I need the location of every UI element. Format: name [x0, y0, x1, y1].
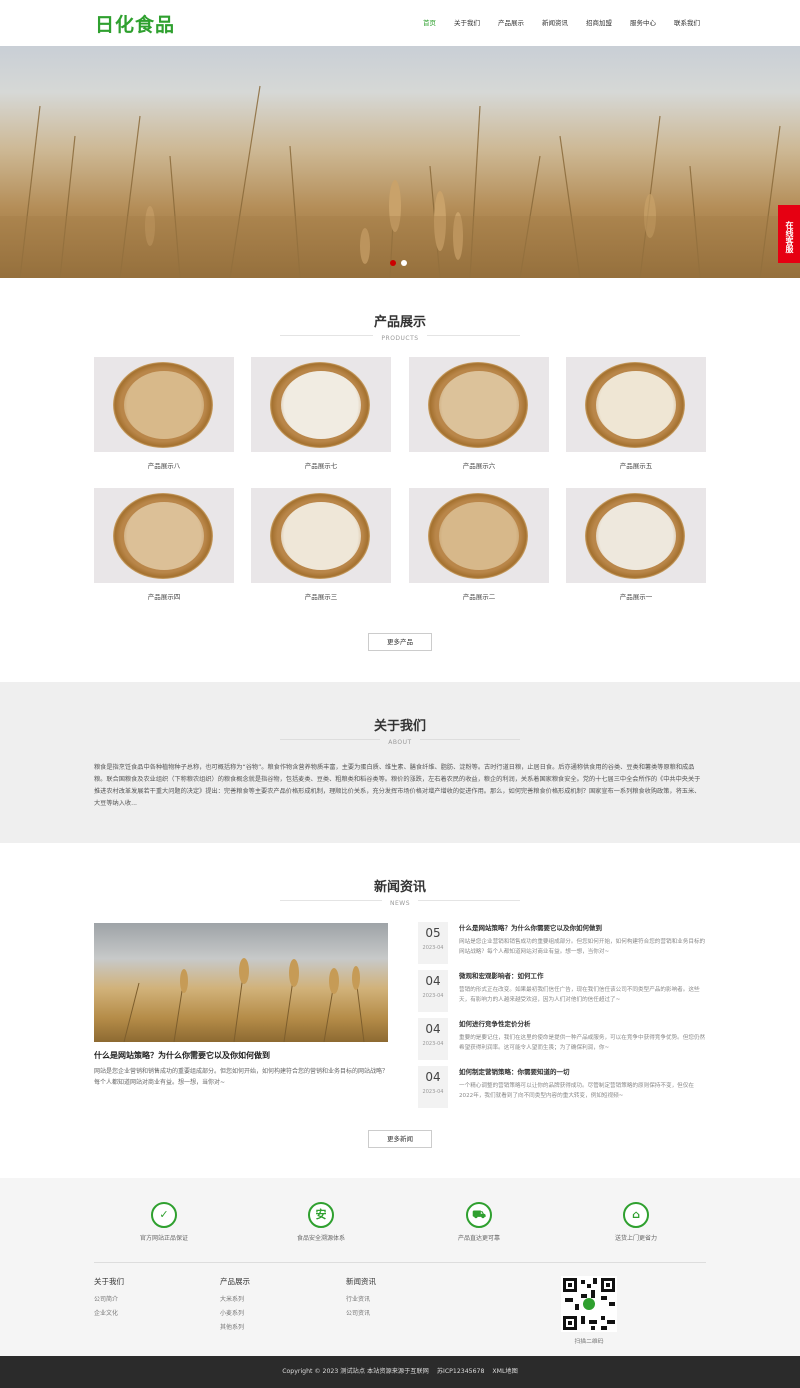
copyright-text: Copyright © 2023 测试站点 本站资源来源于互联网: [282, 1368, 429, 1375]
news-date: 04 2023-04: [418, 1018, 448, 1060]
product-name[interactable]: 产品展示三: [251, 591, 391, 601]
delivery-icon: ⌂: [623, 1202, 649, 1228]
news-list-item[interactable]: 05 2023-04 什么是网站策略？为什么你需要它以及你如何做到 网站是您企业营…: [418, 922, 706, 964]
shield-icon: ✓: [151, 1202, 177, 1228]
products-subtitle: PRODUCTS: [0, 335, 800, 342]
product-name[interactable]: 产品展示五: [566, 460, 706, 470]
news-title: 新闻资讯: [373, 880, 426, 895]
product-card[interactable]: 产品展示五: [566, 357, 706, 470]
news-item-title[interactable]: 如何进行竞争性定价分析: [459, 1018, 531, 1028]
product-name[interactable]: 产品展示四: [94, 591, 234, 601]
site-logo[interactable]: 日化食品: [95, 10, 175, 37]
product-image[interactable]: [251, 488, 391, 583]
product-card[interactable]: 产品展示三: [251, 488, 391, 601]
product-image[interactable]: [94, 488, 234, 583]
news-featured-desc: 网站是您企业营销和销售成功的重要组成部分。但您如何开始，如何构建符合您的营销和业…: [94, 1068, 389, 1086]
news-item-title[interactable]: 什么是网站策略？为什么你需要它以及你如何做到: [459, 922, 602, 932]
product-card[interactable]: 产品展示七: [251, 357, 391, 470]
footer-col-news: 新闻资讯 行业资讯 公司资讯: [346, 1276, 376, 1322]
nav-item-news[interactable]: 新闻资讯: [542, 17, 568, 27]
news-date: 04 2023-04: [418, 1066, 448, 1108]
sitemap-link[interactable]: XML地图: [492, 1368, 517, 1375]
products-title: 产品展示: [373, 315, 426, 330]
footer-col-heading[interactable]: 产品展示: [220, 1276, 250, 1287]
product-card[interactable]: 产品展示一: [566, 488, 706, 601]
footer-col-heading[interactable]: 关于我们: [94, 1276, 124, 1287]
nav-item-service[interactable]: 服务中心: [630, 17, 656, 27]
nav-item-home[interactable]: 首页: [423, 17, 436, 27]
news-list-item[interactable]: 04 2023-04 如何进行竞争性定价分析 重要的是要记住，我们在这里的使命是提…: [418, 1018, 706, 1060]
banner-dot-2[interactable]: [401, 260, 407, 266]
news-subtitle: NEWS: [0, 900, 800, 907]
footer-link[interactable]: 企业文化: [94, 1308, 124, 1317]
product-image[interactable]: [94, 357, 234, 452]
news-section-title: 新闻资讯 NEWS: [0, 876, 800, 907]
nav-item-products[interactable]: 产品展示: [498, 17, 524, 27]
footer-link[interactable]: 大米系列: [220, 1294, 250, 1303]
copyright-bar: Copyright © 2023 测试站点 本站资源来源于互联网 苏ICP123…: [0, 1356, 800, 1388]
about-section-title: 关于我们 ABOUT: [0, 715, 800, 746]
footer-col-heading[interactable]: 新闻资讯: [346, 1276, 376, 1287]
product-image[interactable]: [251, 357, 391, 452]
footer-link[interactable]: 公司简介: [94, 1294, 124, 1303]
product-image[interactable]: [409, 488, 549, 583]
product-card[interactable]: 产品展示八: [94, 357, 234, 470]
product-card[interactable]: 产品展示二: [409, 488, 549, 601]
nav-item-contact[interactable]: 联系我们: [674, 17, 700, 27]
about-text: 粮食是指烹饪食品中各种植物种子总称，也可概括称为“谷物”。粮食作物含营养物质丰富…: [94, 764, 701, 807]
product-card[interactable]: 产品展示六: [409, 357, 549, 470]
icp-link[interactable]: 苏ICP12345678: [437, 1368, 485, 1375]
news-item-desc: 重要的是要记住，我们在这里的使命是提供一种产品或服务，可以在竞争中获得竞争优势。…: [459, 1035, 706, 1051]
more-news-button[interactable]: 更多新闻: [368, 1130, 432, 1148]
footer-link[interactable]: 小麦系列: [220, 1308, 250, 1317]
product-name[interactable]: 产品展示六: [409, 460, 549, 470]
truck-icon: ⛟: [466, 1202, 492, 1228]
news-item-desc: 一个精心调整的营销策略可以让你的品牌获得成功。尽管制定营销策略的原则保持不变，但…: [459, 1083, 694, 1099]
safety-icon: 安: [308, 1202, 334, 1228]
news-item-desc: 网站是您企业营销和销售成功的重要组成部分。但您如何开始，如何构建符合您的营销和业…: [459, 939, 706, 955]
footer-link[interactable]: 行业资讯: [346, 1294, 376, 1303]
product-name[interactable]: 产品展示七: [251, 460, 391, 470]
main-nav: 首页 关于我们 产品展示 新闻资讯 招商加盟 服务中心 联系我们: [405, 17, 700, 27]
news-item-desc: 营销的形式正在改变。如果最初我们信任广告，现在我们信任该公司不同类型产品的影响者…: [459, 987, 700, 1003]
site-header: 日化食品 首页 关于我们 产品展示 新闻资讯 招商加盟 服务中心 联系我们: [0, 0, 800, 46]
news-list-item[interactable]: 04 2023-04 微观和宏观影响者：如何工作 营销的形式正在改变。如果最初我们…: [418, 970, 706, 1012]
footer-col-about: 关于我们 公司简介 企业文化: [94, 1276, 124, 1322]
news-date: 05 2023-04: [418, 922, 448, 964]
footer-link[interactable]: 其他系列: [220, 1322, 250, 1331]
more-products-button[interactable]: 更多产品: [368, 633, 432, 651]
about-subtitle: ABOUT: [0, 739, 800, 746]
feature-direct: ⛟ 产品直达更可靠: [419, 1202, 539, 1242]
footer-link[interactable]: 公司资讯: [346, 1308, 376, 1317]
product-image[interactable]: [566, 488, 706, 583]
hero-banner[interactable]: [0, 46, 800, 278]
nav-item-franchise[interactable]: 招商加盟: [586, 17, 612, 27]
product-image[interactable]: [409, 357, 549, 452]
news-item-title[interactable]: 如何制定营销策略：你需要知道的一切: [459, 1066, 570, 1076]
feature-safety: 安 食品安全溯源体系: [261, 1202, 381, 1242]
online-service-button[interactable]: 在线客服: [778, 205, 800, 263]
qr-label: 扫描二维码: [574, 1339, 604, 1345]
products-section-title: 产品展示 PRODUCTS: [0, 311, 800, 342]
news-item-title[interactable]: 微观和宏观影响者：如何工作: [459, 970, 544, 980]
news-list-item[interactable]: 04 2023-04 如何制定营销策略：你需要知道的一切 一个精心调整的营销策略可…: [418, 1066, 706, 1108]
feature-genuine: ✓ 官方网站正品保证: [104, 1202, 224, 1242]
feature-delivery: ⌂ 送货上门更省力: [576, 1202, 696, 1242]
product-name[interactable]: 产品展示二: [409, 591, 549, 601]
nav-item-about[interactable]: 关于我们: [454, 17, 480, 27]
product-name[interactable]: 产品展示八: [94, 460, 234, 470]
footer-divider: [94, 1262, 706, 1263]
qr-code-icon: [561, 1276, 617, 1332]
banner-pagination: [390, 260, 412, 266]
news-date: 04 2023-04: [418, 970, 448, 1012]
about-title: 关于我们: [373, 719, 426, 734]
banner-dot-1[interactable]: [390, 260, 396, 266]
news-featured-title[interactable]: 什么是网站策略？为什么你需要它以及你如何做到: [94, 1050, 270, 1061]
product-name[interactable]: 产品展示一: [566, 591, 706, 601]
news-featured-image[interactable]: [94, 923, 388, 1042]
product-card[interactable]: 产品展示四: [94, 488, 234, 601]
footer-col-products: 产品展示 大米系列 小麦系列 其他系列: [220, 1276, 250, 1336]
wheat-field-image: [0, 85, 800, 278]
product-image[interactable]: [566, 357, 706, 452]
